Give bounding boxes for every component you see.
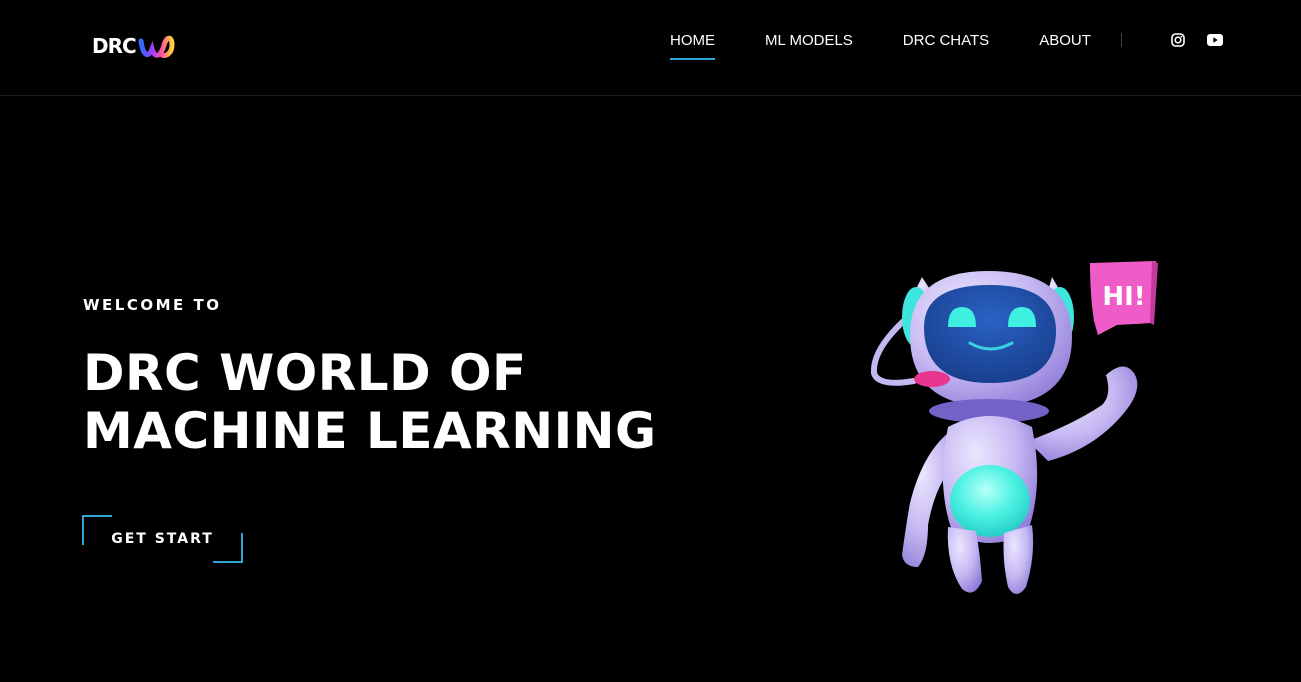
waving-robot-illustration: HI! [870,261,1158,594]
hero-eyebrow: WELCOME TO [83,296,222,314]
nav-home[interactable]: HOME [670,30,715,60]
cta-corner-top-left [82,515,112,545]
nav-ml-models[interactable]: ML MODELS [765,30,853,59]
logo-text: DRC [92,34,137,58]
brand-logo[interactable]: DRC [92,28,176,64]
hero-title-line-2: MACHINE LEARNING [83,402,657,460]
speech-bubble: HI! [1090,261,1158,335]
youtube-icon[interactable] [1206,32,1223,47]
cta-corner-bottom-right [213,533,243,563]
nav-drc-chats[interactable]: DRC CHATS [903,30,989,59]
speech-bubble-text: HI! [1102,282,1145,312]
rainbow-w-mark-icon [138,35,175,58]
hero-title-line-1: DRC WORLD OF [83,344,527,402]
nav-about[interactable]: ABOUT [1039,30,1091,59]
get-start-button[interactable]: GET START [82,515,243,563]
main-nav: HOME ML MODELS DRC CHATS ABOUT [670,30,1141,60]
instagram-icon[interactable] [1170,32,1185,47]
get-start-label: GET START [111,531,214,547]
site-header: DRC HOME ML MODELS DRC CHATS ABOUT [0,0,1301,96]
nav-divider [1121,33,1122,47]
hero-title: DRC WORLD OF MACHINE LEARNING [83,344,657,460]
